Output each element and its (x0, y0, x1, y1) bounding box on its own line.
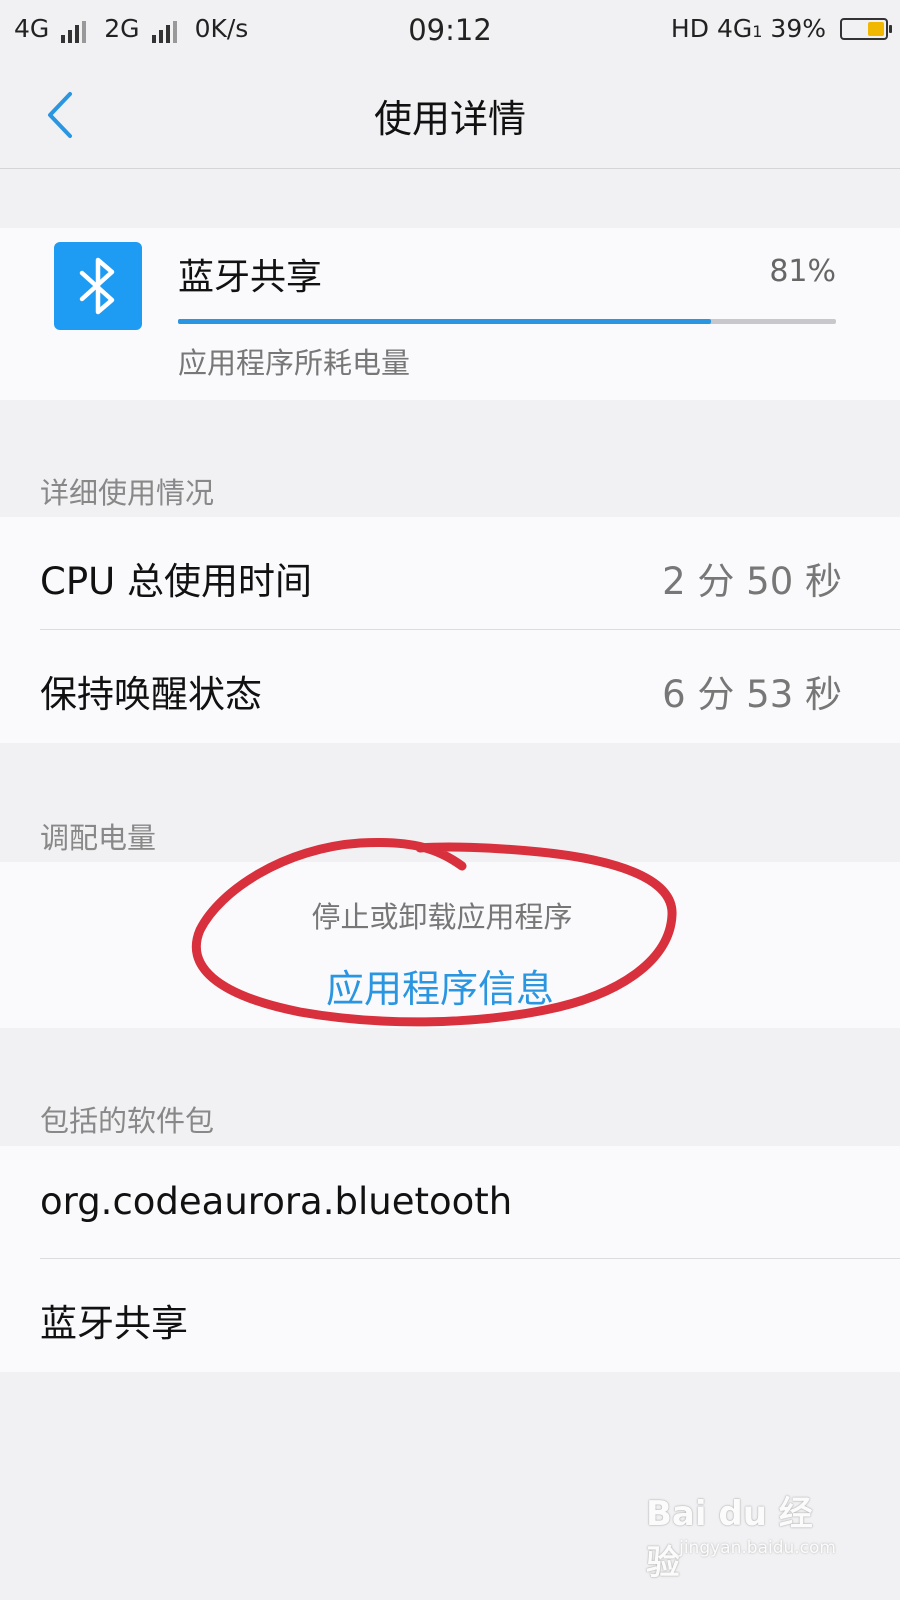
network-type-3-sub: 1 (752, 22, 763, 41)
watermark-logo: Bai du 经验 jingyan.baidu.com (646, 1486, 836, 1583)
battery-percent: 39% (770, 14, 826, 43)
list-item: org.codeaurora.bluetooth (0, 1146, 900, 1259)
nav-bar: 使用详情 (0, 62, 900, 169)
network-type-3: 4G1 (717, 14, 762, 43)
row-value: 2 分 50 秒 (662, 560, 842, 603)
section-header-details: 详细使用情况 (40, 476, 215, 510)
app-info-link[interactable]: 应用程序信息 (0, 958, 880, 1013)
packages-list: org.codeaurora.bluetooth 蓝牙共享 (0, 1146, 900, 1372)
section-header-power: 调配电量 (40, 821, 157, 855)
bluetooth-icon (54, 242, 142, 330)
details-list: CPU 总使用时间 2 分 50 秒 保持唤醒状态 6 分 53 秒 (0, 517, 900, 743)
row-value: 6 分 53 秒 (662, 673, 842, 716)
list-item: 蓝牙共享 (0, 1259, 900, 1372)
network-type-3-label: 4G (716, 14, 753, 43)
status-right: HD 4G1 39% (670, 14, 892, 43)
watermark-main: Bai du 经验 (646, 1494, 813, 1583)
page-title: 使用详情 (373, 97, 526, 141)
section-header-packages: 包括的软件包 (40, 1104, 215, 1138)
list-item: CPU 总使用时间 2 分 50 秒 (0, 517, 900, 630)
watermark-url: jingyan.baidu.com (679, 1538, 836, 1558)
app-usage-subtitle: 应用程序所耗电量 (178, 346, 411, 380)
usage-progress-fill (178, 319, 711, 324)
app-summary-card: 蓝牙共享 81% 应用程序所耗电量 (0, 228, 900, 400)
usage-progress-bar (178, 319, 836, 324)
battery-icon (840, 17, 892, 40)
power-group: 停止或卸载应用程序 应用程序信息 (0, 862, 900, 1028)
hd-indicator: HD (670, 14, 709, 43)
row-label: 保持唤醒状态 (40, 673, 262, 716)
status-bar: 4G 2G 0K/s 09:12 HD 4G1 39% (0, 0, 900, 62)
package-name: 蓝牙共享 (40, 1302, 188, 1345)
list-item: 保持唤醒状态 6 分 53 秒 (0, 630, 900, 743)
power-hint: 停止或卸载应用程序 (311, 900, 573, 934)
app-usage-percent: 81% (769, 254, 836, 289)
app-name: 蓝牙共享 (178, 257, 323, 298)
row-label: CPU 总使用时间 (40, 560, 312, 603)
package-name: org.codeaurora.bluetooth (40, 1180, 513, 1223)
battery-level (868, 21, 884, 36)
